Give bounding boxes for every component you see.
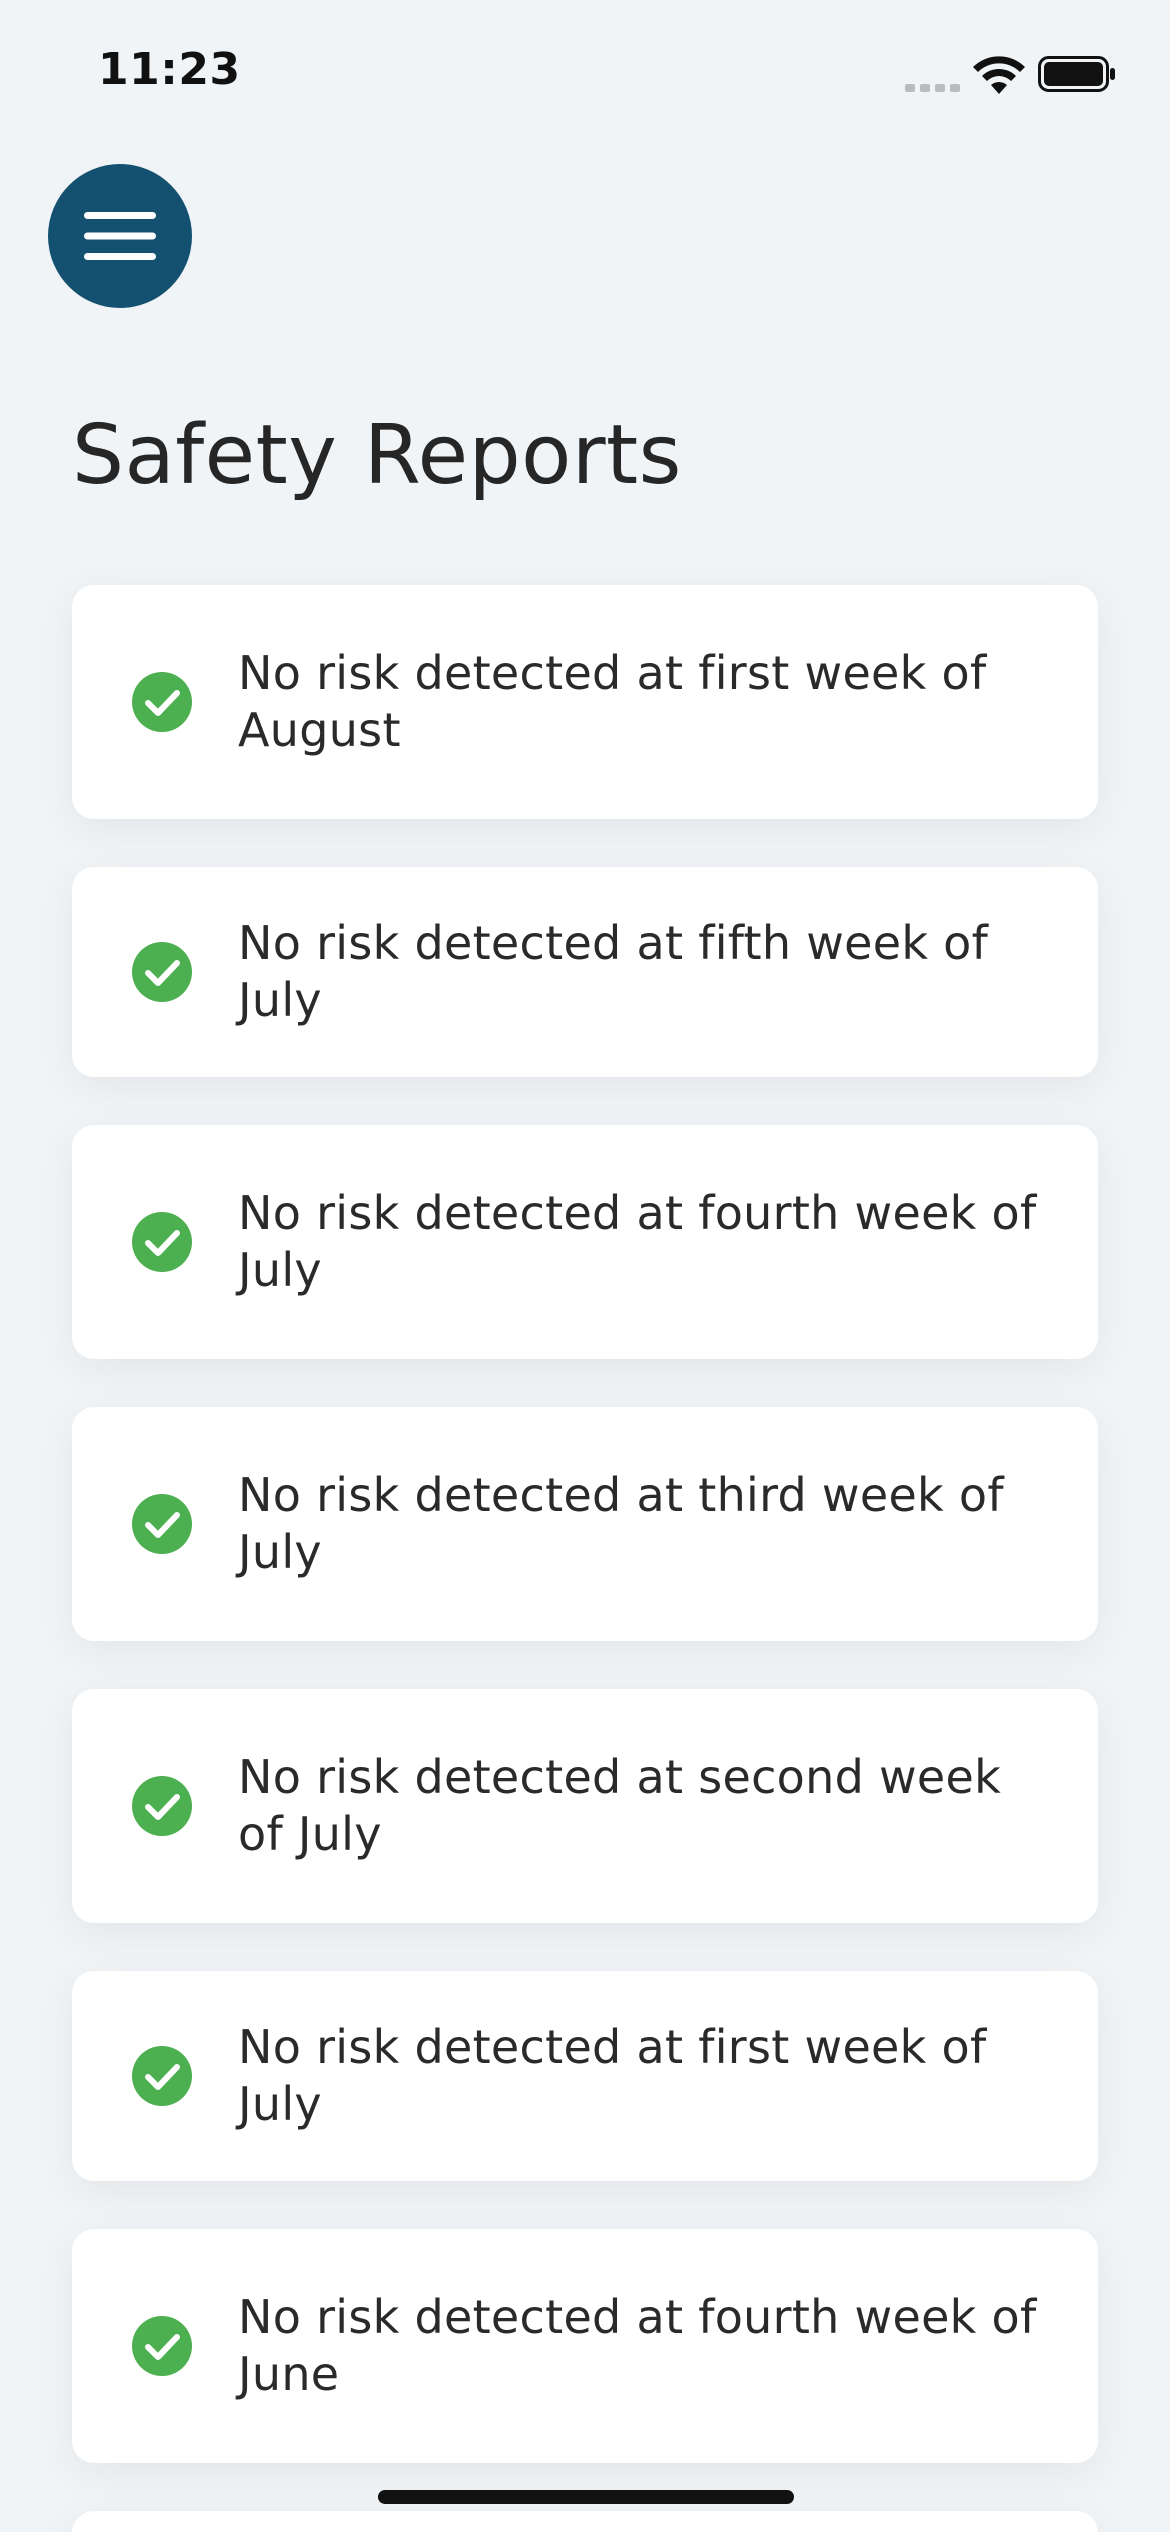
report-item[interactable]: No risk detected at fourth week of June <box>72 2229 1098 2463</box>
menu-button[interactable] <box>48 164 192 308</box>
report-text: No risk detected at second week of July <box>238 1750 1002 1861</box>
check-circle-icon <box>132 1776 192 1836</box>
home-indicator[interactable] <box>378 2490 794 2504</box>
cellular-signal-icon <box>905 84 960 92</box>
report-text: No risk detected at first week of July <box>238 2020 987 2131</box>
check-circle-icon <box>132 1212 192 1272</box>
status-time: 11:23 <box>98 44 241 95</box>
report-item[interactable]: No risk detected at first week of July <box>72 1971 1098 2181</box>
report-item[interactable]: No risk detected at third week of July <box>72 1407 1098 1641</box>
report-list: No risk detected at first week of August… <box>72 585 1098 2532</box>
report-item[interactable]: No risk detected at fifth week of July <box>72 867 1098 1077</box>
hamburger-menu-icon <box>84 212 156 260</box>
check-circle-icon <box>132 942 192 1002</box>
status-bar: 11:23 <box>0 0 1170 150</box>
report-text: No risk detected at fourth week of July <box>238 1186 1037 1297</box>
report-text: No risk detected at third week of July <box>238 1468 1004 1579</box>
safety-reports-screen: 11:23 Safety Reports No risk detected at… <box>0 0 1170 2532</box>
check-circle-icon <box>132 2316 192 2376</box>
report-text: No risk detected at first week of August <box>238 646 987 757</box>
page-title: Safety Reports <box>72 408 682 503</box>
check-circle-icon <box>132 1494 192 1554</box>
report-item-partial[interactable] <box>72 2511 1098 2532</box>
check-circle-icon <box>132 672 192 732</box>
battery-icon <box>1038 56 1115 92</box>
report-text: No risk detected at fourth week of June <box>238 2290 1037 2401</box>
report-item[interactable]: No risk detected at second week of July <box>72 1689 1098 1923</box>
report-item[interactable]: No risk detected at fourth week of July <box>72 1125 1098 1359</box>
wifi-icon <box>973 56 1025 94</box>
report-item[interactable]: No risk detected at first week of August <box>72 585 1098 819</box>
report-text: No risk detected at fifth week of July <box>238 916 989 1027</box>
check-circle-icon <box>132 2046 192 2106</box>
